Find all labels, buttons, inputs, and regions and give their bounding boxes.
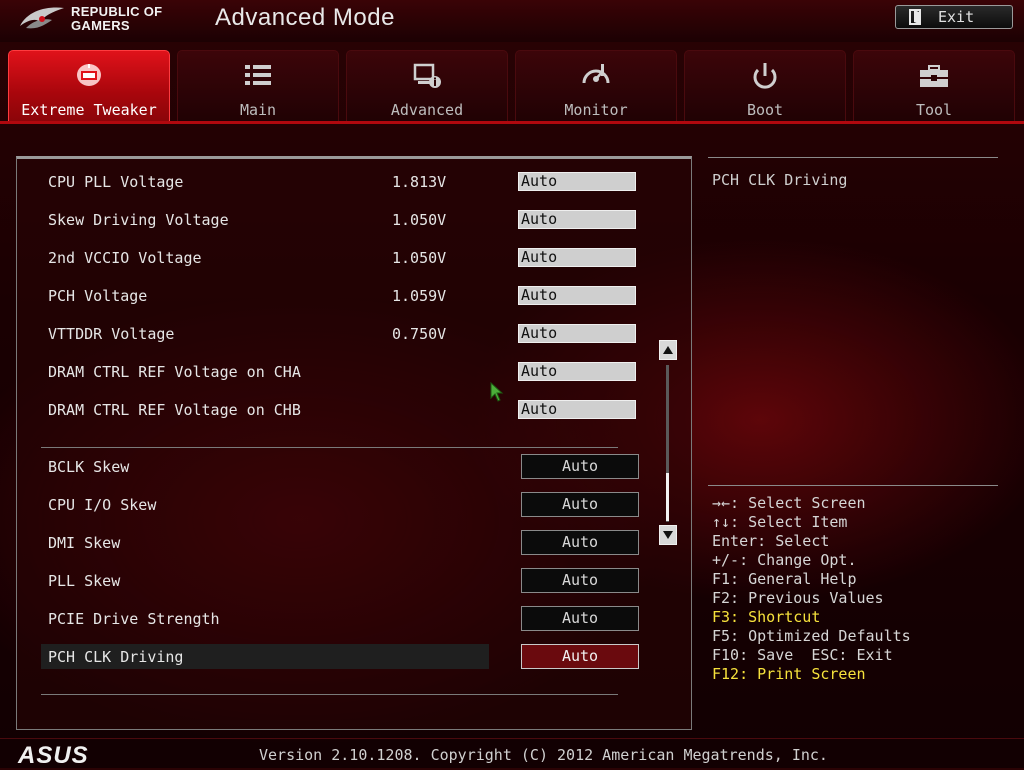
setting-current-value: 0.750V xyxy=(392,325,447,343)
setting-label: VTTDDR Voltage xyxy=(48,325,175,343)
tab-label: Monitor xyxy=(564,101,628,119)
setting-row-cpu-io-skew[interactable]: CPU I/O Skew Auto xyxy=(41,490,639,520)
voltage-input-field[interactable]: Auto xyxy=(518,362,636,381)
key-hint: F10: Save ESC: Exit xyxy=(712,646,893,664)
help-keys-divider xyxy=(708,485,998,486)
tab-advanced[interactable]: Advanced xyxy=(346,50,508,122)
advanced-icon xyxy=(413,63,441,88)
setting-row-pcie-drive-strength[interactable]: PCIE Drive Strength Auto xyxy=(41,604,639,634)
exit-door-icon xyxy=(909,9,921,25)
option-select[interactable]: Auto xyxy=(521,568,639,593)
exit-button[interactable]: Exit xyxy=(895,5,1013,29)
setting-row-pch-voltage[interactable]: PCH Voltage 1.059V Auto xyxy=(41,281,636,311)
setting-label: DMI Skew xyxy=(48,534,121,552)
voltage-input-field[interactable]: Auto xyxy=(518,324,636,343)
asus-logo: ASUS xyxy=(18,742,89,769)
setting-row-2nd-vccio-voltage[interactable]: 2nd VCCIO Voltage 1.050V Auto xyxy=(41,243,636,273)
setting-row-cpu-pll-voltage[interactable]: CPU PLL Voltage 1.813V Auto xyxy=(41,167,636,197)
scroll-down-button[interactable] xyxy=(659,525,677,545)
brand-line2: GAMERS xyxy=(71,18,130,33)
setting-row-bclk-skew[interactable]: BCLK Skew Auto xyxy=(41,452,639,482)
tab-label: Extreme Tweaker xyxy=(21,101,157,119)
tab-tool[interactable]: Tool xyxy=(853,50,1015,122)
settings-panel: CPU PLL Voltage 1.813V Auto Skew Driving… xyxy=(16,156,692,730)
monitor-gauge-icon xyxy=(582,64,610,84)
tab-boot[interactable]: Boot xyxy=(684,50,846,122)
voltage-input-field[interactable]: Auto xyxy=(518,172,636,191)
option-select[interactable]: Auto xyxy=(521,492,639,517)
voltage-input-field[interactable]: Auto xyxy=(518,400,636,419)
setting-label: PLL Skew xyxy=(48,572,121,590)
arrow-down-icon xyxy=(663,531,673,539)
tab-label: Tool xyxy=(915,101,953,119)
setting-row-dmi-skew[interactable]: DMI Skew Auto xyxy=(41,528,639,558)
key-hint: F2: Previous Values xyxy=(712,589,884,607)
key-hint: F1: General Help xyxy=(712,570,857,588)
key-hint-shortcut[interactable]: F3: Shortcut xyxy=(712,608,911,627)
tab-main[interactable]: Main xyxy=(177,50,339,122)
tab-extreme-tweaker[interactable]: Extreme Tweaker xyxy=(8,50,170,122)
setting-row-pll-skew[interactable]: PLL Skew Auto xyxy=(41,566,639,596)
setting-label: DRAM CTRL REF Voltage on CHA xyxy=(48,363,301,381)
setting-label: CPU I/O Skew xyxy=(48,496,157,514)
key-help-list: →←: Select Screen ↑↓: Select Item Enter:… xyxy=(712,494,911,684)
key-hint: +/-: Change Opt. xyxy=(712,551,857,569)
help-top-line xyxy=(708,157,998,158)
scrollbar-thumb[interactable] xyxy=(666,473,669,521)
key-hint: Enter: Select xyxy=(712,532,830,550)
setting-label: 2nd VCCIO Voltage xyxy=(48,249,202,267)
header-bar: REPUBLIC OF GAMERS Advanced Mode Exit xyxy=(0,0,1024,42)
setting-label: PCH CLK Driving xyxy=(48,648,184,666)
setting-current-value: 1.059V xyxy=(392,287,447,305)
tab-bar-underline xyxy=(0,121,1024,124)
scroll-up-button[interactable] xyxy=(659,340,677,360)
footer-divider xyxy=(0,738,1024,739)
power-icon xyxy=(753,63,777,89)
setting-label: BCLK Skew xyxy=(48,458,130,476)
setting-current-value: 1.813V xyxy=(392,173,447,191)
extreme-tweaker-icon xyxy=(77,64,101,86)
key-hint: ↑↓: Select Item xyxy=(712,513,848,531)
setting-current-value: 1.050V xyxy=(392,249,447,267)
page-title: Advanced Mode xyxy=(215,4,395,31)
setting-label: DRAM CTRL REF Voltage on CHB xyxy=(48,401,301,419)
mouse-cursor-icon xyxy=(490,382,504,402)
voltage-input-field[interactable]: Auto xyxy=(518,210,636,229)
setting-current-value: 1.050V xyxy=(392,211,447,229)
tab-label: Advanced xyxy=(390,101,464,119)
setting-row-skew-driving-voltage[interactable]: Skew Driving Voltage 1.050V Auto xyxy=(41,205,636,235)
option-select[interactable]: Auto xyxy=(521,606,639,631)
setting-row-vttddr-voltage[interactable]: VTTDDR Voltage 0.750V Auto xyxy=(41,319,636,349)
list-icon xyxy=(245,65,271,85)
rog-eye-logo-icon xyxy=(20,7,64,29)
section-divider xyxy=(41,694,618,695)
setting-label: Skew Driving Voltage xyxy=(48,211,229,229)
section-divider xyxy=(41,447,618,448)
setting-label: PCH Voltage xyxy=(48,287,148,305)
toolbox-icon xyxy=(920,65,948,87)
arrow-up-icon xyxy=(663,346,673,354)
brand-line1: REPUBLIC OF xyxy=(71,4,163,19)
voltage-input-field[interactable]: Auto xyxy=(518,286,636,305)
version-copyright-text: Version 2.10.1208. Copyright (C) 2012 Am… xyxy=(259,746,828,764)
tab-label: Main xyxy=(239,101,277,119)
key-hint-print-screen[interactable]: F12: Print Screen xyxy=(712,665,911,684)
voltage-input-field[interactable]: Auto xyxy=(518,248,636,267)
tab-monitor[interactable]: Monitor xyxy=(515,50,677,122)
tab-label: Boot xyxy=(746,101,784,119)
option-select-selected[interactable]: Auto xyxy=(521,644,639,669)
setting-row-dram-ctrl-ref-cha[interactable]: DRAM CTRL REF Voltage on CHA Auto xyxy=(41,357,636,387)
setting-row-dram-ctrl-ref-chb[interactable]: DRAM CTRL REF Voltage on CHB Auto xyxy=(41,395,636,425)
help-description: PCH CLK Driving xyxy=(712,171,848,189)
exit-label: Exit xyxy=(938,8,975,26)
setting-label: PCIE Drive Strength xyxy=(48,610,220,628)
rog-brand-text: REPUBLIC OF GAMERS xyxy=(71,5,162,33)
option-select[interactable]: Auto xyxy=(521,530,639,555)
key-hint: →←: Select Screen xyxy=(712,494,866,512)
setting-row-pch-clk-driving-selected[interactable]: PCH CLK Driving Auto xyxy=(41,644,639,674)
key-hint: F5: Optimized Defaults xyxy=(712,627,911,645)
setting-label: CPU PLL Voltage xyxy=(48,173,184,191)
option-select[interactable]: Auto xyxy=(521,454,639,479)
